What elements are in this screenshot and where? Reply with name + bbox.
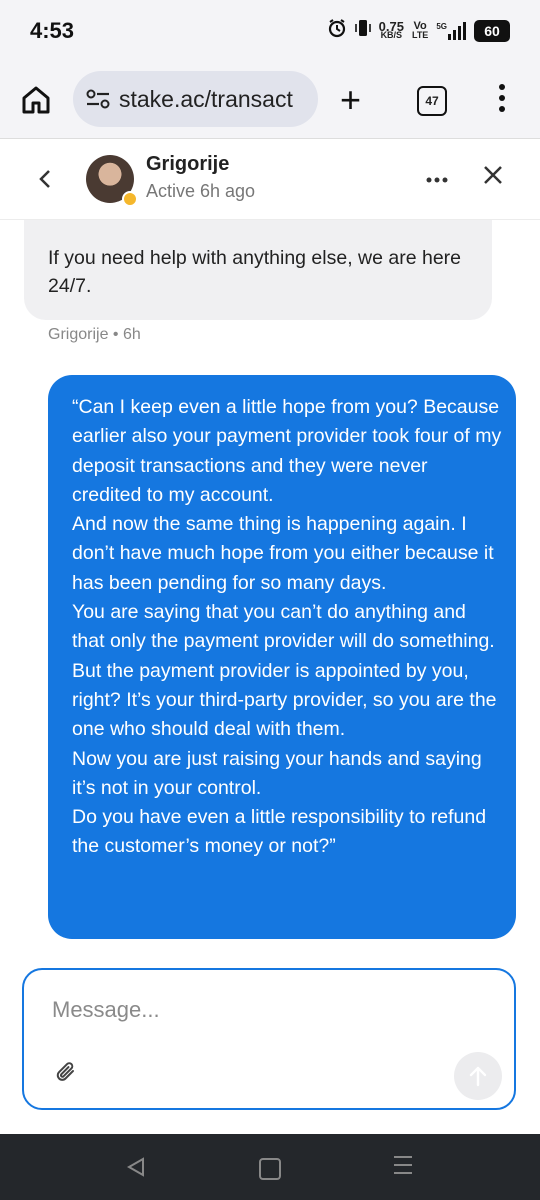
url-text[interactable]: stake.ac/transact xyxy=(119,86,309,113)
status-time: 4:53 xyxy=(30,18,75,43)
vibrate-icon xyxy=(354,18,371,43)
agent-name: Grigorije xyxy=(146,153,230,175)
message-meta: Grigorije • 6h xyxy=(48,326,141,343)
browser-toolbar: stake.ac/transact + 47 xyxy=(0,64,540,139)
volte-indicator: Vo LTE xyxy=(411,19,429,40)
nav-home-icon[interactable] xyxy=(259,1158,281,1180)
outgoing-message: “Can I keep even a little hope from you?… xyxy=(48,375,516,939)
tabs-icon[interactable]: 47 xyxy=(417,86,447,116)
status-icons: 0.75 KB/S Vo LTE 5G 60 xyxy=(327,18,510,43)
alarm-icon xyxy=(327,18,347,43)
chat-header: Grigorije Active 6h ago xyxy=(0,139,540,220)
home-icon[interactable] xyxy=(20,84,52,116)
nav-back-icon[interactable] xyxy=(126,1156,146,1178)
close-icon[interactable] xyxy=(482,161,504,193)
message-input[interactable] xyxy=(50,996,434,1024)
status-bar: 4:53 0.75 KB/S Vo LTE 5G 60 xyxy=(0,0,540,64)
paperclip-icon[interactable] xyxy=(54,1060,78,1084)
more-vert-icon[interactable] xyxy=(498,84,506,116)
nav-recents-icon[interactable] xyxy=(394,1156,412,1180)
more-horiz-icon[interactable] xyxy=(426,163,448,189)
signal-icon: 5G xyxy=(436,21,466,40)
incoming-message: If you need help with anything else, we … xyxy=(24,220,492,320)
message-composer xyxy=(22,968,516,1110)
agent-status: Active 6h ago xyxy=(146,181,256,201)
arrow-up-icon xyxy=(469,1066,487,1087)
send-button[interactable] xyxy=(454,1052,502,1100)
chevron-left-icon[interactable] xyxy=(38,165,52,197)
online-status-dot xyxy=(122,191,138,207)
plus-icon[interactable]: + xyxy=(340,82,361,118)
outgoing-message-text: “Can I keep even a little hope from you?… xyxy=(72,396,502,858)
tune-icon[interactable] xyxy=(85,88,111,110)
url-bar[interactable]: stake.ac/transact xyxy=(73,71,318,127)
battery-indicator: 60 xyxy=(474,19,510,42)
system-nav-bar xyxy=(0,1134,540,1200)
incoming-message-text: If you need help with anything else, we … xyxy=(48,247,462,297)
net-speed: 0.75 KB/S xyxy=(378,18,404,40)
